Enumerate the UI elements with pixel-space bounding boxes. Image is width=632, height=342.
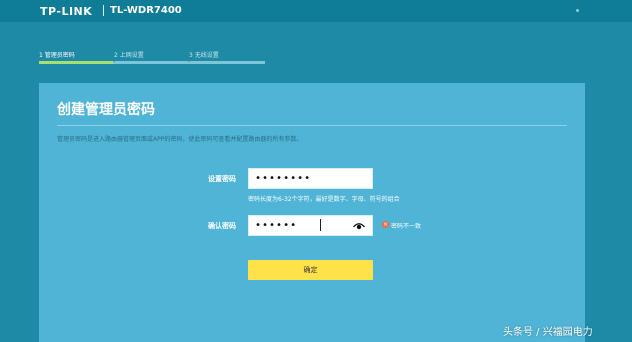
progress-fill <box>39 61 113 64</box>
title-divider <box>57 125 567 126</box>
panel-description: 管理员密码是进入路由器管理页面或APP的密码，使此密码可查看并配置路由器的所有参… <box>57 136 303 143</box>
error-icon: × <box>382 221 389 228</box>
setup-steps: 1 管理员密码 2 上网设置 3 无线设置 <box>39 50 265 68</box>
password-label: 设置密码 <box>208 175 236 183</box>
confirm-password-label: 确认密码 <box>208 222 236 230</box>
password-input[interactable]: •••••••• <box>248 168 373 189</box>
progress-notch <box>110 58 118 62</box>
text-caret <box>320 219 321 231</box>
panel-title: 创建管理员密码 <box>57 102 155 118</box>
step-internet-setup: 2 上网设置 <box>114 52 144 59</box>
password-hint: 密码长度为6-32个字符，最好是数字、字母、符号的组合 <box>248 196 400 203</box>
corner-dot <box>576 9 579 12</box>
model-name: TL-WDR7400 <box>110 5 182 16</box>
brand-logo: TP-LINK <box>40 5 93 18</box>
progress-notch <box>185 58 193 62</box>
step-wireless-setup: 3 无线设置 <box>189 52 219 59</box>
step-admin-password: 1 管理员密码 <box>39 52 75 59</box>
eye-icon[interactable] <box>353 222 365 230</box>
watermark: 头条号 / 兴福园电力 <box>503 327 593 338</box>
password-mismatch-message: 密码不一致 <box>391 223 422 230</box>
confirm-button[interactable]: 确定 <box>248 260 373 280</box>
logo-divider <box>103 5 104 16</box>
setup-panel: 创建管理员密码 管理员密码是进入路由器管理页面或APP的密码，使此密码可查看并配… <box>39 83 585 342</box>
top-bar: TP-LINK TL-WDR7400 <box>0 0 632 22</box>
